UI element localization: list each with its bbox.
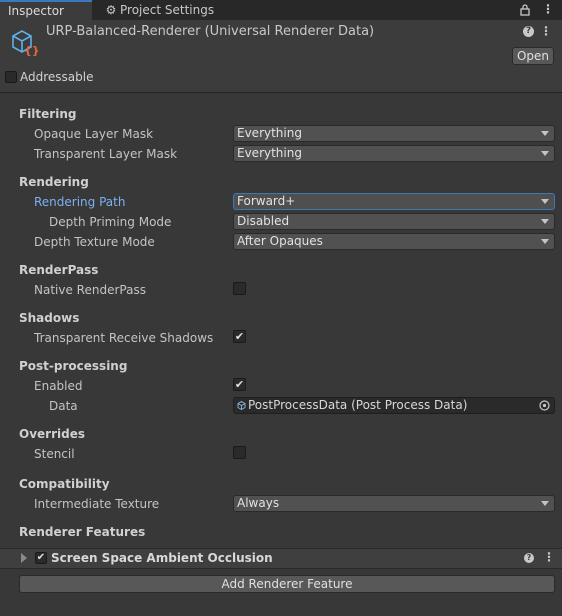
chevron-down-icon — [541, 239, 549, 244]
feature-menu-icon[interactable]: ⋮ — [543, 550, 555, 564]
addressable-checkbox[interactable] — [5, 71, 17, 83]
transparent-receive-shadows-checkbox[interactable]: ✔ — [233, 330, 246, 343]
transparent-layer-mask-label: Transparent Layer Mask — [34, 147, 178, 161]
object-picker-icon[interactable] — [539, 400, 550, 411]
component-menu-icon[interactable]: ⋮ — [540, 24, 552, 38]
window-controls: ⋮ — [520, 2, 554, 16]
depth-priming-mode-dropdown[interactable]: Disabled — [233, 213, 555, 230]
native-renderpass-label: Native RenderPass — [34, 283, 146, 297]
depth-texture-mode-dropdown[interactable]: After Opaques — [233, 233, 555, 250]
section-compatibility: Compatibility — [19, 477, 110, 491]
asset-title: URP-Balanced-Renderer (Universal Rendere… — [46, 24, 375, 39]
depth-priming-mode-label: Depth Priming Mode — [49, 215, 172, 229]
section-post-processing: Post-processing — [19, 359, 128, 373]
section-filtering: Filtering — [19, 107, 77, 121]
checkmark-icon: ✔ — [36, 552, 46, 563]
opaque-layer-mask-label: Opaque Layer Mask — [34, 127, 154, 141]
help-icon[interactable]: ? — [524, 553, 534, 563]
expand-arrow-icon[interactable] — [21, 553, 27, 563]
opaque-layer-mask-dropdown[interactable]: Everything — [233, 125, 555, 142]
section-overrides: Overrides — [19, 427, 85, 441]
section-rendering: Rendering — [19, 175, 89, 189]
post-process-data-value: PostProcessData (Post Process Data) — [248, 398, 468, 412]
renderer-asset-icon: {} — [12, 30, 38, 56]
gear-icon: ⚙ — [105, 3, 117, 17]
renderer-feature-row[interactable]: ✔ Screen Space Ambient Occlusion ? ⋮ — [0, 548, 562, 569]
checkmark-icon: ✔ — [234, 330, 245, 343]
post-processing-enabled-label: Enabled — [34, 379, 83, 393]
feature-name: Screen Space Ambient Occlusion — [51, 551, 273, 565]
addressable-label: Addressable — [20, 70, 94, 84]
native-renderpass-checkbox[interactable] — [233, 282, 246, 295]
lock-icon[interactable] — [520, 3, 530, 16]
scriptable-object-icon — [237, 401, 246, 410]
chevron-down-icon — [541, 199, 549, 204]
rendering-path-value: Forward+ — [237, 194, 296, 208]
depth-texture-mode-label: Depth Texture Mode — [34, 235, 155, 249]
feature-enabled-checkbox[interactable]: ✔ — [35, 552, 47, 564]
post-processing-data-label: Data — [49, 399, 78, 413]
add-renderer-feature-button[interactable]: Add Renderer Feature — [19, 575, 555, 593]
open-button[interactable]: Open — [512, 47, 554, 65]
depth-priming-mode-value: Disabled — [237, 214, 290, 228]
post-process-data-field[interactable]: PostProcessData (Post Process Data) — [233, 397, 555, 414]
section-renderer-features: Renderer Features — [19, 525, 146, 539]
transparent-layer-mask-dropdown[interactable]: Everything — [233, 145, 555, 162]
stencil-checkbox[interactable] — [233, 446, 246, 459]
help-icon[interactable]: ? — [523, 26, 534, 37]
opaque-layer-mask-value: Everything — [237, 126, 302, 140]
section-shadows: Shadows — [19, 311, 80, 325]
header-icons: ? ⋮ — [523, 24, 552, 38]
tab-inspector[interactable]: Inspector — [0, 0, 92, 20]
inspector-tab-label: Inspector — [8, 4, 64, 18]
post-processing-enabled-checkbox[interactable]: ✔ — [233, 378, 246, 391]
rendering-path-label: Rendering Path — [34, 195, 126, 209]
intermediate-texture-dropdown[interactable]: Always — [233, 495, 555, 512]
kebab-menu-icon[interactable]: ⋮ — [542, 2, 554, 16]
transparent-layer-mask-value: Everything — [237, 146, 302, 160]
depth-texture-mode-value: After Opaques — [237, 234, 323, 248]
section-renderpass: RenderPass — [19, 263, 99, 277]
chevron-down-icon — [541, 501, 549, 506]
intermediate-texture-label: Intermediate Texture — [34, 497, 160, 511]
checkmark-icon: ✔ — [234, 378, 245, 391]
svg-text:{}: {} — [24, 44, 38, 56]
project-settings-tab-label: Project Settings — [120, 3, 215, 17]
chevron-down-icon — [541, 219, 549, 224]
transparent-receive-shadows-label: Transparent Receive Shadows — [34, 331, 214, 345]
stencil-label: Stencil — [34, 447, 75, 461]
chevron-down-icon — [541, 131, 549, 136]
chevron-down-icon — [541, 151, 549, 156]
tab-project-settings[interactable]: ⚙ Project Settings — [96, 0, 234, 20]
intermediate-texture-value: Always — [237, 496, 280, 510]
rendering-path-dropdown[interactable]: Forward+ — [233, 193, 555, 210]
